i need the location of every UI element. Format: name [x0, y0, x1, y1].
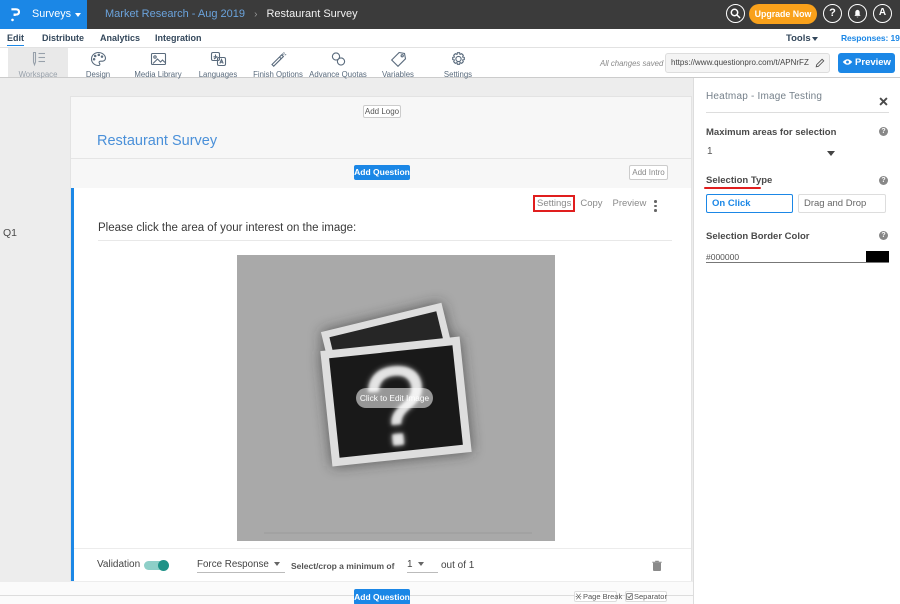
svg-text:Click to Edit Image: Click to Edit Image: [360, 393, 430, 403]
